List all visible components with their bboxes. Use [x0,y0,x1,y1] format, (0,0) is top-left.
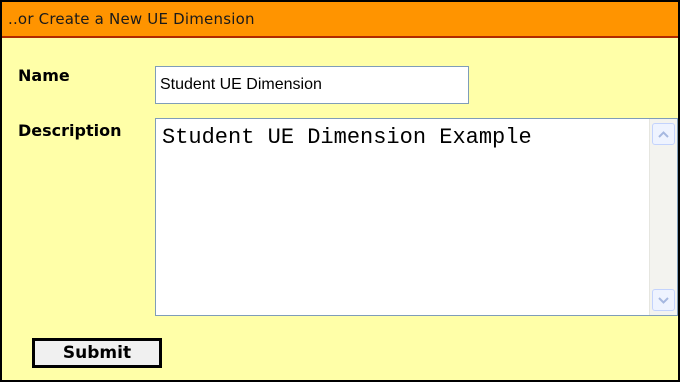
textarea-scrollbar[interactable] [649,119,677,315]
submit-button[interactable]: Submit [32,338,162,368]
chevron-down-icon [658,296,669,304]
description-label: Description [18,121,122,140]
scroll-down-button[interactable] [652,289,675,311]
description-textarea[interactable]: Student UE Dimension Example [156,119,649,315]
create-ue-dimension-panel: ..or Create a New UE Dimension Name Desc… [0,0,680,382]
name-label: Name [18,66,70,85]
scroll-up-button[interactable] [652,123,675,145]
panel-header: ..or Create a New UE Dimension [2,2,678,38]
name-input[interactable] [155,66,469,104]
description-field: Student UE Dimension Example [155,118,678,316]
chevron-up-icon [658,130,669,138]
